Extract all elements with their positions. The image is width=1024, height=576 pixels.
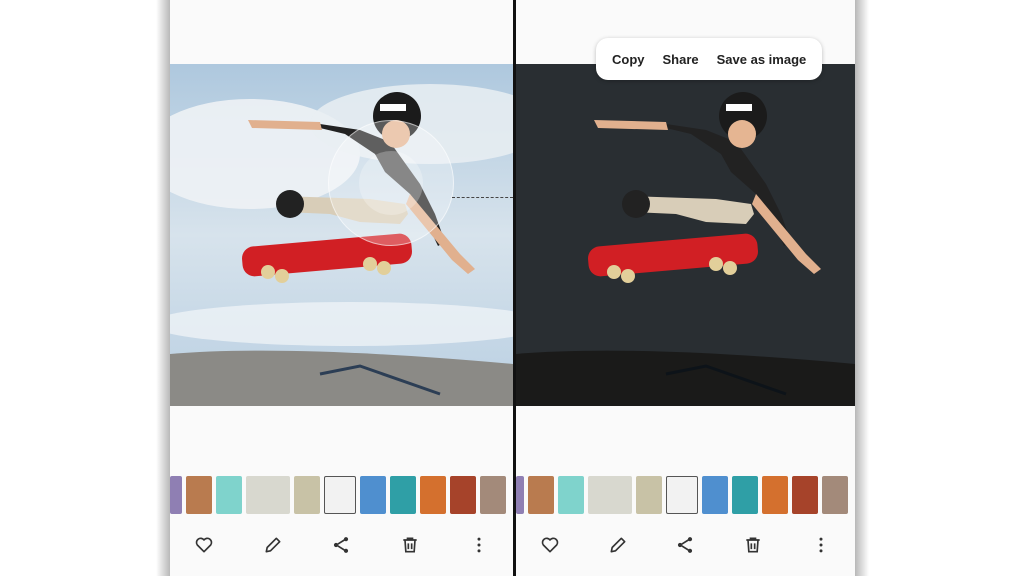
share-icon [334,537,349,553]
thumbnail[interactable] [246,476,290,514]
thumbnail[interactable] [216,476,242,514]
save-as-image-button[interactable]: Save as image [717,52,807,67]
gallery-screen-right: Copy Share Save as image [516,0,855,576]
selection-guide-line [452,197,513,198]
thumbnail[interactable] [480,476,506,514]
extracted-subject [588,92,821,283]
gallery-screen-left [170,0,513,576]
thumbnail[interactable] [732,476,758,514]
thumbnail[interactable] [792,476,818,514]
thumbnail-strip[interactable] [170,476,513,514]
favorite-button[interactable] [185,526,223,564]
thumbnail[interactable] [420,476,446,514]
more-options-button[interactable] [460,526,498,564]
selection-context-menu: Copy Share Save as image [596,38,823,80]
thumbnail[interactable] [360,476,386,514]
thumbnail[interactable] [822,476,848,514]
thumbnail[interactable] [516,476,524,514]
device-edge-right [855,0,869,576]
thumbnail[interactable] [588,476,632,514]
thumbnail[interactable] [170,476,182,514]
trash-icon [403,537,417,553]
copy-button[interactable]: Copy [612,52,645,67]
thumbnail[interactable] [450,476,476,514]
more-options-button[interactable] [802,526,840,564]
object-select-lens[interactable] [328,120,454,246]
skateboarder-photo [170,64,513,406]
thumbnail-selected[interactable] [324,476,356,514]
bottom-action-bar [170,526,513,564]
more-vertical-icon [819,537,823,553]
thumbnail[interactable] [762,476,788,514]
heart-icon [541,537,559,553]
thumbnail-strip[interactable] [516,476,855,514]
thumbnail-selected[interactable] [666,476,698,514]
share-button[interactable] [322,526,360,564]
share-button[interactable] [666,526,704,564]
pencil-icon [265,537,281,553]
lens-center [359,151,423,215]
pencil-icon [610,537,626,553]
photo-viewer[interactable] [170,64,513,406]
delete-button[interactable] [734,526,772,564]
heart-icon [196,537,213,553]
thumbnail[interactable] [528,476,554,514]
thumbnail[interactable] [702,476,728,514]
share-menu-button[interactable]: Share [663,52,699,67]
photo-viewer-selected[interactable] [516,64,855,406]
thumbnail[interactable] [558,476,584,514]
share-icon [678,537,693,553]
more-vertical-icon [477,537,481,553]
edit-button[interactable] [254,526,292,564]
thumbnail[interactable] [294,476,320,514]
device-edge-left [156,0,170,576]
thumbnail[interactable] [636,476,662,514]
favorite-button[interactable] [531,526,569,564]
thumbnail[interactable] [390,476,416,514]
trash-icon [746,537,760,553]
thumbnail[interactable] [186,476,212,514]
delete-button[interactable] [391,526,429,564]
edit-button[interactable] [599,526,637,564]
bottom-action-bar [516,526,855,564]
